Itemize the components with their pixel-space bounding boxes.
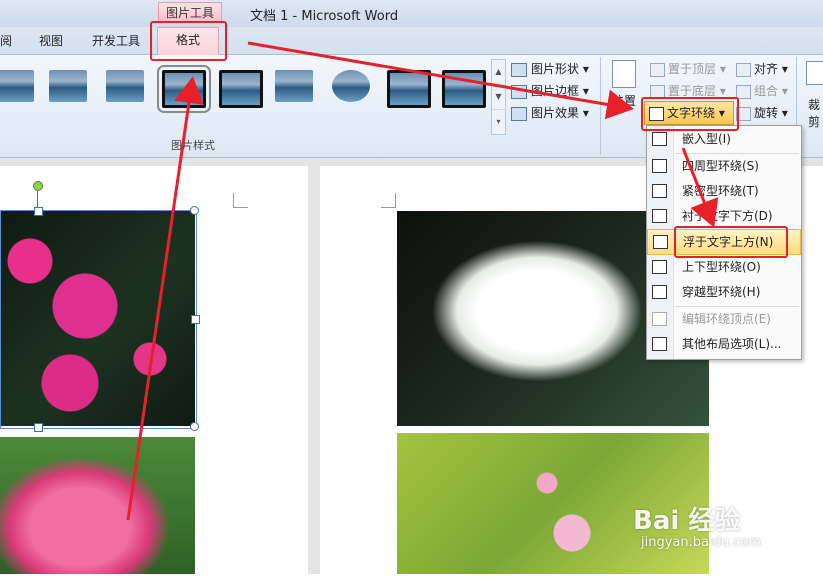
picture-border-button[interactable]: 图片边框 ▾: [511, 80, 601, 102]
crop-icon[interactable]: [806, 61, 823, 85]
picture-style-thumb[interactable]: [332, 70, 370, 102]
bring-to-front-icon: [650, 62, 665, 77]
title-bar: 图片工具 文档 1 - Microsoft Word: [0, 0, 823, 27]
annotation-box-in-front-item: [674, 226, 788, 258]
crop-label[interactable]: 裁剪: [808, 96, 823, 130]
rotate-handle[interactable]: [33, 181, 43, 191]
menu-item-top-bottom[interactable]: 上下型环绕(O): [647, 255, 801, 279]
picture-styles-gallery: [0, 58, 491, 136]
gallery-scrollbar[interactable]: ▲ ▼ ▾: [491, 59, 506, 135]
top-bottom-wrap-icon: [652, 260, 667, 274]
position-icon: [612, 60, 636, 88]
resize-handle[interactable]: [191, 315, 200, 324]
in-front-of-text-icon: [653, 235, 668, 249]
picture-shape-icon: [511, 62, 527, 77]
resize-handle[interactable]: [34, 423, 43, 432]
through-wrap-icon: [652, 285, 667, 299]
tight-wrap-icon: [652, 184, 667, 198]
image-selection-frame: [0, 210, 197, 429]
scroll-up-icon[interactable]: ▲: [492, 60, 505, 85]
resize-handle[interactable]: [190, 422, 199, 431]
menu-item-edit-wrap-points: 编辑环绕顶点(E): [647, 307, 801, 331]
picture-style-thumb[interactable]: [0, 70, 34, 102]
tab-view[interactable]: 视图: [39, 32, 63, 49]
ribbon-tab-row: 阅 视图 开发工具 格式: [0, 27, 823, 55]
menu-item-tight[interactable]: 紧密型环绕(T): [647, 179, 801, 203]
picture-styles-group-label: 图片样式: [171, 139, 215, 152]
resize-handle[interactable]: [34, 207, 43, 216]
annotation-box-format-tab: [150, 21, 227, 61]
tab-developer[interactable]: 开发工具: [92, 32, 140, 49]
behind-text-icon: [652, 209, 667, 223]
margin-mark: [381, 193, 396, 208]
margin-mark: [233, 193, 248, 208]
align-button[interactable]: 对齐 ▾: [736, 60, 788, 77]
layout-options-icon: [652, 337, 667, 351]
rotate-stem: [37, 190, 38, 208]
picture-effects-icon: [511, 106, 527, 121]
edit-points-icon: [652, 312, 667, 326]
picture-border-icon: [511, 84, 527, 99]
picture-style-thumb[interactable]: [442, 70, 486, 108]
picture-effects-button[interactable]: 图片效果 ▾: [511, 102, 601, 124]
picture-style-thumb[interactable]: [49, 70, 87, 102]
menu-item-through[interactable]: 穿越型环绕(H): [647, 280, 801, 304]
menu-item-square[interactable]: 四周型环绕(S): [647, 154, 801, 178]
menu-item-more-layout-options[interactable]: 其他布局选项(L)...: [647, 332, 801, 356]
picture-style-thumb[interactable]: [275, 70, 313, 102]
picture-style-thumb[interactable]: [219, 70, 263, 108]
tab-review[interactable]: 阅: [0, 32, 12, 49]
resize-handle[interactable]: [190, 206, 199, 215]
annotation-box-wrap-button: [641, 97, 739, 131]
window-title: 文档 1 - Microsoft Word: [250, 9, 399, 24]
align-icon: [736, 62, 751, 77]
picture-style-thumb[interactable]: [387, 70, 431, 108]
gallery-more-icon[interactable]: ▾: [492, 110, 505, 134]
menu-item-behind-text[interactable]: 衬于文字下方(D): [647, 204, 801, 228]
group-icon: [736, 84, 751, 99]
bring-to-front-button[interactable]: 置于顶层 ▾: [650, 60, 726, 77]
baidu-watermark: Bai 经验: [633, 506, 741, 536]
picture-commands: 图片形状 ▾ 图片边框 ▾ 图片效果 ▾: [511, 58, 601, 124]
picture-tools-label: 图片工具: [158, 2, 222, 23]
baidu-watermark-url: jingyan.baidu.com: [641, 535, 761, 550]
position-button[interactable]: 位置: [606, 60, 642, 109]
picture-style-thumb[interactable]: [106, 70, 144, 102]
square-wrap-icon: [652, 159, 667, 173]
inline-icon: [652, 132, 667, 146]
group-divider: [600, 57, 601, 155]
group-button[interactable]: 组合 ▾: [736, 82, 788, 99]
scroll-down-icon[interactable]: ▼: [492, 85, 505, 110]
picture-style-thumb[interactable]: [157, 65, 211, 113]
peony-photo[interactable]: [0, 437, 195, 574]
picture-shape-button[interactable]: 图片形状 ▾: [511, 58, 601, 80]
rotate-button[interactable]: 旋转 ▾: [736, 104, 788, 121]
